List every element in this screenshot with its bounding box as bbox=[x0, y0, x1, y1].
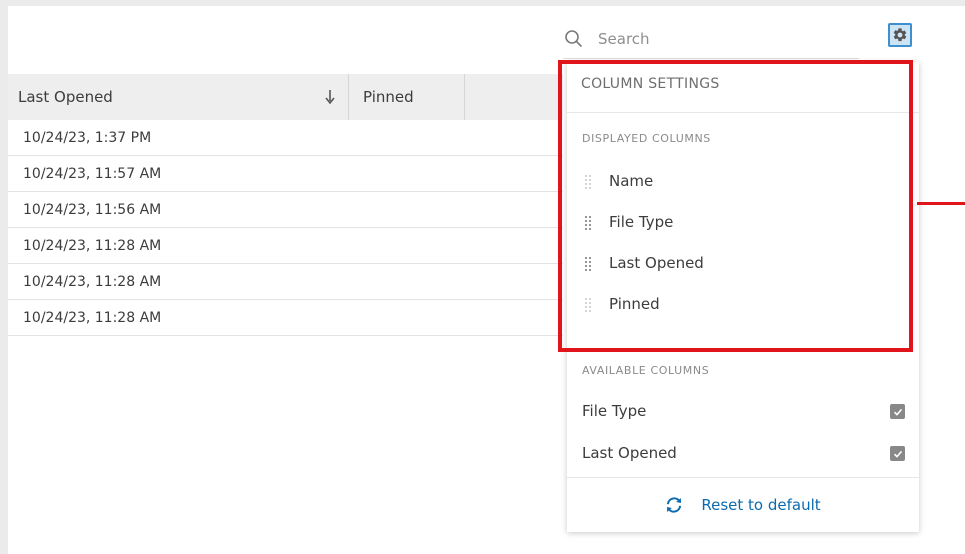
drag-handle-icon[interactable] bbox=[584, 215, 592, 231]
last-opened-cell: 10/24/23, 11:28 AM bbox=[23, 274, 162, 290]
refresh-icon bbox=[667, 497, 682, 513]
arrow-down-icon[interactable] bbox=[324, 89, 336, 105]
divider bbox=[567, 112, 919, 113]
last-opened-cell: 10/24/23, 1:37 PM bbox=[23, 130, 152, 146]
divider bbox=[567, 477, 919, 478]
column-header-label: Last Opened bbox=[18, 88, 113, 106]
reset-label: Reset to default bbox=[701, 496, 821, 514]
column-header-last-opened[interactable]: Last Opened bbox=[18, 74, 348, 120]
column-settings-button[interactable] bbox=[888, 23, 912, 47]
available-columns-label: AVAILABLE COLUMNS bbox=[582, 364, 710, 377]
column-divider[interactable] bbox=[464, 74, 465, 120]
column-header-pinned[interactable]: Pinned bbox=[363, 74, 463, 120]
displayed-column-label: File Type bbox=[609, 213, 674, 231]
displayed-column-label: Name bbox=[609, 172, 654, 190]
last-opened-cell: 10/24/23, 11:57 AM bbox=[23, 166, 162, 182]
displayed-column-pinned[interactable]: Pinned bbox=[582, 291, 902, 319]
displayed-column-label: Last Opened bbox=[609, 254, 704, 272]
table-row[interactable]: 10/24/23, 1:37 PM bbox=[8, 120, 563, 156]
search-input[interactable] bbox=[598, 26, 848, 52]
panel-title: COLUMN SETTINGS bbox=[581, 76, 720, 92]
gear-icon bbox=[893, 28, 907, 42]
reset-to-default-button[interactable]: Reset to default bbox=[567, 485, 919, 525]
check-icon bbox=[893, 408, 902, 416]
displayed-column-name[interactable]: Name bbox=[582, 168, 902, 196]
last-opened-cell: 10/24/23, 11:56 AM bbox=[23, 202, 162, 218]
available-column-last-opened[interactable]: Last Opened bbox=[582, 440, 905, 468]
column-settings-panel: COLUMN SETTINGS DISPLAYED COLUMNS Name F… bbox=[567, 62, 919, 532]
displayed-columns-label: DISPLAYED COLUMNS bbox=[582, 132, 711, 145]
table-header: Last Opened Pinned bbox=[8, 74, 563, 120]
column-divider[interactable] bbox=[348, 74, 349, 120]
search-icon bbox=[565, 30, 582, 47]
page: Last Opened Pinned 10/24/23, 1:37 PM 10/… bbox=[8, 6, 965, 554]
last-opened-cell: 10/24/23, 11:28 AM bbox=[23, 238, 162, 254]
table-row[interactable]: 10/24/23, 11:28 AM bbox=[8, 300, 563, 336]
drag-handle-icon[interactable] bbox=[584, 256, 592, 272]
callout-line bbox=[917, 202, 965, 205]
last-opened-cell: 10/24/23, 11:28 AM bbox=[23, 310, 162, 326]
drag-handle-icon[interactable] bbox=[584, 174, 592, 190]
table-row[interactable]: 10/24/23, 11:56 AM bbox=[8, 192, 563, 228]
column-checkbox[interactable] bbox=[890, 404, 905, 419]
table-row[interactable]: 10/24/23, 11:28 AM bbox=[8, 228, 563, 264]
table-row[interactable]: 10/24/23, 11:28 AM bbox=[8, 264, 563, 300]
drag-handle-icon[interactable] bbox=[584, 297, 592, 313]
column-checkbox[interactable] bbox=[890, 446, 905, 461]
table-row[interactable]: 10/24/23, 11:57 AM bbox=[8, 156, 563, 192]
available-column-label: File Type bbox=[582, 402, 647, 420]
displayed-column-file-type[interactable]: File Type bbox=[582, 209, 902, 237]
available-column-label: Last Opened bbox=[582, 444, 677, 462]
available-column-file-type[interactable]: File Type bbox=[582, 398, 905, 426]
displayed-column-last-opened[interactable]: Last Opened bbox=[582, 250, 902, 278]
displayed-column-label: Pinned bbox=[609, 295, 660, 313]
search-field[interactable] bbox=[563, 22, 859, 59]
column-header-label: Pinned bbox=[363, 88, 414, 106]
check-icon bbox=[893, 450, 902, 458]
